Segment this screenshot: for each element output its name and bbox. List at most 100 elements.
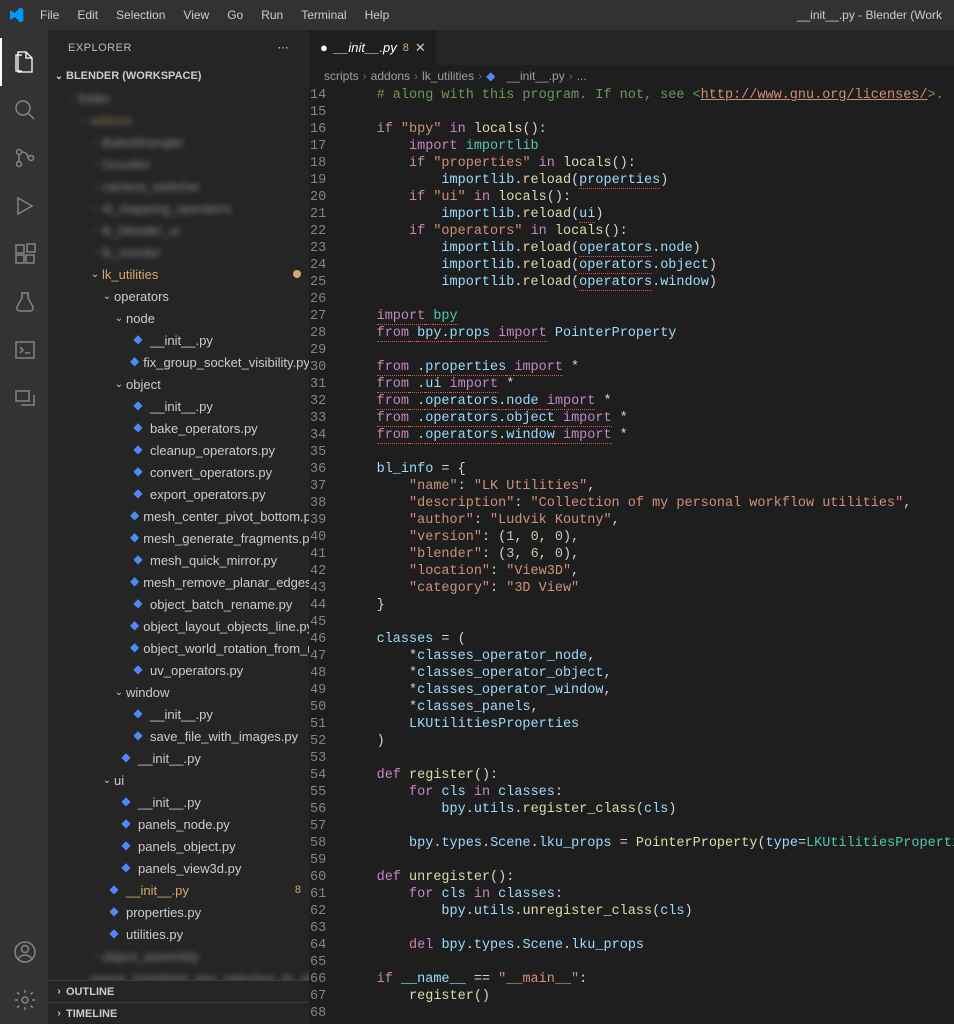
file-item[interactable]: ◆panels_object.py: [48, 835, 309, 857]
editor-tabs: ● __init__.py 8 ✕: [310, 30, 954, 65]
tree-folder-window[interactable]: ⌄window: [48, 681, 309, 703]
close-icon[interactable]: ✕: [415, 40, 426, 56]
python-file-icon: ◆: [130, 442, 146, 458]
file-item[interactable]: ◆bake_operators.py: [48, 417, 309, 439]
python-file-icon: ◆: [130, 640, 139, 656]
extensions-icon[interactable]: [0, 230, 48, 278]
python-file-icon: ◆: [130, 508, 139, 524]
tree-folder[interactable]: ›folder: [48, 87, 309, 109]
file-item[interactable]: ◆cleanup_operators.py: [48, 439, 309, 461]
menu-view[interactable]: View: [175, 4, 217, 26]
explorer-title: EXPLORER: [68, 42, 132, 54]
file-item[interactable]: ◆mesh_center_pivot_bottom.py: [48, 505, 309, 527]
python-file-icon: ◆: [118, 794, 134, 810]
menu-run[interactable]: Run: [253, 4, 291, 26]
tree-folder[interactable]: ›lk_reorder: [48, 241, 309, 263]
file-item[interactable]: ◆panels_node.py: [48, 813, 309, 835]
python-file-icon: ◆: [130, 420, 146, 436]
menu-edit[interactable]: Edit: [69, 4, 106, 26]
tree-folder-ui[interactable]: ⌄ui: [48, 769, 309, 791]
file-item[interactable]: ◆export_operators.py: [48, 483, 309, 505]
python-file-icon: ◆: [130, 662, 146, 678]
file-item-init[interactable]: ◆__init__.py8: [48, 879, 309, 901]
chevron-down-icon: ⌄: [52, 71, 66, 82]
terminal-panel-icon[interactable]: [0, 326, 48, 374]
file-tree: ›folder ⌄addons ›BakeWrangler ›Gruvilier…: [48, 87, 309, 980]
timeline-section[interactable]: ›TIMELINE: [48, 1002, 309, 1024]
python-file-icon: ◆: [130, 464, 146, 480]
chevron-right-icon: ›: [52, 986, 66, 997]
tree-folder[interactable]: ›object_assembly: [48, 945, 309, 967]
python-file-icon: ◆: [118, 750, 134, 766]
tree-folder[interactable]: ›id_mapping_operators: [48, 197, 309, 219]
python-file-icon: ◆: [130, 552, 146, 568]
window-title: __init__.py - Blender (Work: [797, 8, 946, 22]
run-debug-icon[interactable]: [0, 182, 48, 230]
explorer-icon[interactable]: [0, 38, 48, 86]
file-item[interactable]: ◆mesh_remove_planar_edges.py: [48, 571, 309, 593]
line-gutter: 1415161718192021222324252627282930313233…: [310, 87, 344, 1024]
file-item[interactable]: ◆properties.py: [48, 901, 309, 923]
accounts-icon[interactable]: [0, 928, 48, 976]
file-item[interactable]: ◆fix_group_socket_visibility.py: [48, 351, 309, 373]
chevron-right-icon: ›: [52, 1008, 66, 1019]
problems-badge: 8: [295, 884, 301, 896]
tree-folder-operators[interactable]: ⌄operators: [48, 285, 309, 307]
tab-label: __init__.py: [334, 40, 397, 55]
settings-gear-icon[interactable]: [0, 976, 48, 1024]
file-item[interactable]: ◆__init__.py: [48, 329, 309, 351]
tree-folder[interactable]: ›lk_blender_ui: [48, 219, 309, 241]
tree-folder-lk-utilities[interactable]: ⌄lk_utilities: [48, 263, 309, 285]
file-item[interactable]: ◆object_world_rotation_from_normal.py: [48, 637, 309, 659]
tree-folder[interactable]: ⌄addons: [48, 109, 309, 131]
menu-file[interactable]: File: [32, 4, 67, 26]
modified-dot-icon: [293, 270, 301, 278]
references-icon[interactable]: [0, 374, 48, 422]
python-file-icon: ◆: [130, 574, 139, 590]
tree-folder[interactable]: ›Gruvilier: [48, 153, 309, 175]
menu-terminal[interactable]: Terminal: [293, 4, 354, 26]
more-actions-icon[interactable]: ⋯: [278, 41, 290, 54]
code-lines[interactable]: # along with this program. If not, see <…: [344, 87, 954, 1024]
python-file-icon: ◆: [130, 398, 146, 414]
file-item[interactable]: ◆object_layout_objects_line.py: [48, 615, 309, 637]
tree-folder[interactable]: ›space_transform_any_selection_to_ob: [48, 967, 309, 980]
menu-selection[interactable]: Selection: [108, 4, 173, 26]
tab-init[interactable]: ● __init__.py 8 ✕: [310, 30, 437, 65]
menu-bar: File Edit Selection View Go Run Terminal…: [32, 4, 397, 26]
file-item[interactable]: ◆__init__.py: [48, 703, 309, 725]
file-item[interactable]: ◆__init__.py: [48, 747, 309, 769]
python-file-icon: ◆: [118, 816, 134, 832]
workspace-name: BLENDER (WORKSPACE): [66, 70, 201, 82]
file-item[interactable]: ◆panels_view3d.py: [48, 857, 309, 879]
file-item[interactable]: ◆__init__.py: [48, 395, 309, 417]
file-item[interactable]: ◆save_file_with_images.py: [48, 725, 309, 747]
outline-section[interactable]: ›OUTLINE: [48, 980, 309, 1002]
menu-help[interactable]: Help: [357, 4, 398, 26]
activity-bar: [0, 30, 48, 1024]
source-control-icon[interactable]: [0, 134, 48, 182]
file-item[interactable]: ◆convert_operators.py: [48, 461, 309, 483]
tree-folder[interactable]: ›BakeWrangler: [48, 131, 309, 153]
search-icon[interactable]: [0, 86, 48, 134]
python-file-icon: ◆: [106, 926, 122, 942]
tree-folder-node[interactable]: ⌄node: [48, 307, 309, 329]
python-file-icon: ◆: [130, 486, 146, 502]
python-file-icon: ◆: [130, 530, 139, 546]
file-item[interactable]: ◆utilities.py: [48, 923, 309, 945]
testing-icon[interactable]: [0, 278, 48, 326]
breadcrumb[interactable]: scripts› addons› lk_utilities› ◆ __init_…: [310, 65, 954, 87]
file-item[interactable]: ◆mesh_quick_mirror.py: [48, 549, 309, 571]
file-item[interactable]: ◆uv_operators.py: [48, 659, 309, 681]
file-item[interactable]: ◆__init__.py: [48, 791, 309, 813]
workspace-header[interactable]: ⌄ BLENDER (WORKSPACE): [48, 65, 309, 87]
python-file-icon: ◆: [106, 882, 122, 898]
code-editor[interactable]: 1415161718192021222324252627282930313233…: [310, 87, 954, 1024]
tree-folder[interactable]: ›camera_switcher: [48, 175, 309, 197]
file-item[interactable]: ◆object_batch_rename.py: [48, 593, 309, 615]
file-item[interactable]: ◆mesh_generate_fragments.py: [48, 527, 309, 549]
editor-group: ● __init__.py 8 ✕ scripts› addons› lk_ut…: [310, 30, 954, 1024]
tree-folder-object[interactable]: ⌄object: [48, 373, 309, 395]
python-file-icon: ◆: [130, 728, 146, 744]
menu-go[interactable]: Go: [219, 4, 251, 26]
